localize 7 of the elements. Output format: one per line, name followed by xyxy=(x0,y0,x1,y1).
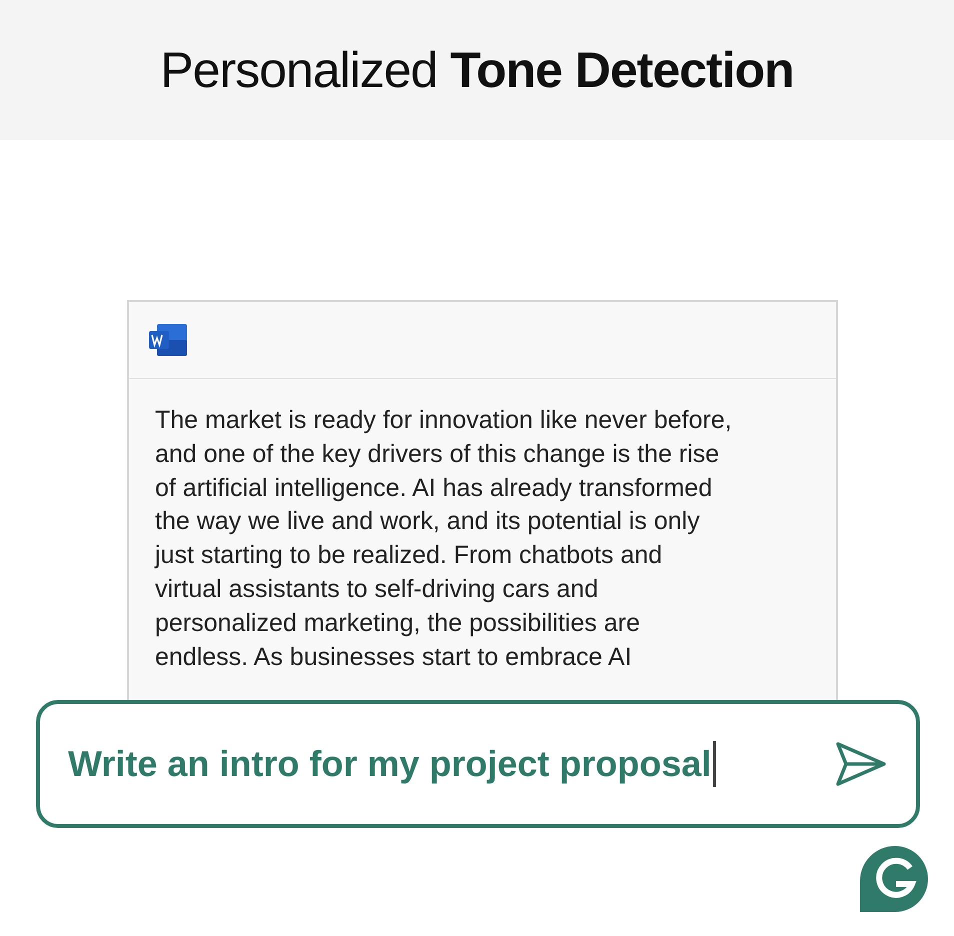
text-cursor xyxy=(713,741,716,787)
page-title: Personalized Tone Detection xyxy=(160,41,794,99)
word-icon xyxy=(149,324,187,356)
document-text: The market is ready for innovation like never before, and one of the key drivers of this change is the rise of artificial intelligence. AI has already transformed the way we live and work, and its potential is only just starting to be realized. From chatbots and virtual assistants to self-driving cars and personalized marketing, the possibilities are endless. As businesses start to embrace AI xyxy=(153,405,733,673)
logo-icon xyxy=(860,846,930,912)
send-button[interactable] xyxy=(834,740,888,788)
prompt-field[interactable]: Write an intro for my project proposal xyxy=(36,700,920,828)
